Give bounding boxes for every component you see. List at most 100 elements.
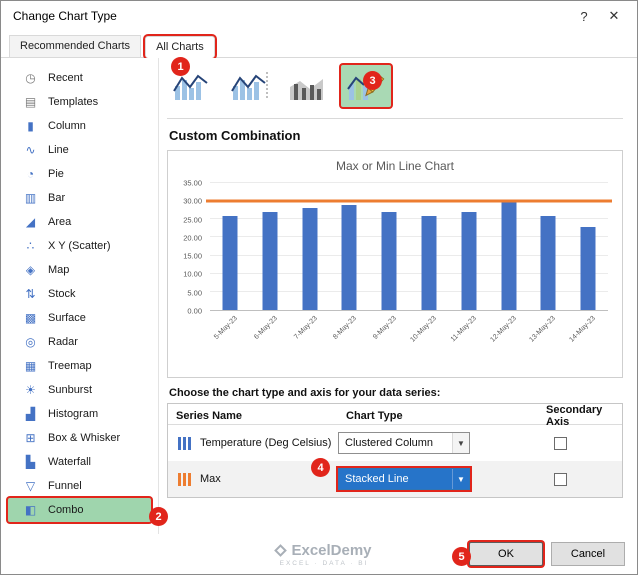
sidebar-item-label: Box & Whisker bbox=[48, 432, 121, 444]
sidebar-item-label: Area bbox=[48, 216, 72, 228]
watermark-tagline: EXCEL · DATA · BI bbox=[279, 560, 369, 567]
treemap-chart-icon: ▦ bbox=[24, 359, 37, 373]
max-line-series bbox=[206, 199, 612, 203]
sidebar-item-templates[interactable]: ▤ Templates bbox=[1, 90, 158, 114]
y-tick-label: 10.00 bbox=[183, 269, 202, 279]
sidebar-item-radar[interactable]: ◎ Radar bbox=[1, 330, 158, 354]
area-chart-icon: ◢ bbox=[25, 215, 36, 229]
chart-type-dropdown[interactable]: Stacked Line ▼ bbox=[338, 468, 470, 490]
series-prompt: Choose the chart type and axis for your … bbox=[169, 387, 441, 399]
series-table-row[interactable]: Max Stacked Line ▼ bbox=[168, 461, 622, 497]
help-icon[interactable]: ? bbox=[569, 9, 599, 24]
ok-button[interactable]: OK bbox=[469, 542, 543, 566]
x-tick-label: 13-May-23 bbox=[528, 315, 558, 344]
cancel-button[interactable]: Cancel bbox=[551, 542, 625, 566]
chart-type-value: Stacked Line bbox=[345, 473, 409, 485]
recent-icon: ◷ bbox=[25, 71, 36, 85]
histogram-chart-icon: ▟ bbox=[25, 407, 36, 421]
sidebar-item-stock[interactable]: ⇅ Stock bbox=[1, 282, 158, 306]
series-rows: Temperature (Deg Celsius) Clustered Colum… bbox=[168, 425, 622, 497]
sidebar-item-area[interactable]: ◢ Area bbox=[1, 210, 158, 234]
tab-content: Custom Combination Max or Min Line Chart… bbox=[159, 58, 637, 534]
secondary-axis-checkbox[interactable] bbox=[553, 436, 567, 450]
chart-title: Max or Min Line Chart bbox=[335, 159, 455, 173]
section-title: Custom Combination bbox=[169, 128, 301, 143]
line-chart-icon: ∿ bbox=[25, 143, 36, 157]
secondary-axis-checkbox[interactable] bbox=[553, 472, 567, 486]
box-whisker-chart-icon: ⊞ bbox=[25, 431, 36, 445]
sidebar-item-label: Line bbox=[48, 144, 69, 156]
chart-bar bbox=[461, 212, 477, 310]
sidebar-item-surface[interactable]: ▩ Surface bbox=[1, 306, 158, 330]
tab-all-charts[interactable]: All Charts bbox=[145, 36, 215, 58]
sidebar-item-waterfall[interactable]: ▙ Waterfall bbox=[1, 450, 158, 474]
sidebar-item-label: Surface bbox=[48, 312, 86, 324]
series-color-swatch-icon bbox=[178, 436, 191, 450]
title-bar: Change Chart Type ? ✕ bbox=[1, 1, 637, 31]
y-tick-label: 30.00 bbox=[183, 196, 202, 206]
sidebar-item-treemap[interactable]: ▦ Treemap bbox=[1, 354, 158, 378]
x-axis-labels: 5-May-23 6-May-23 7-May-23 8-May-23 9-May-23… bbox=[210, 312, 608, 372]
y-tick-label: 0.00 bbox=[187, 306, 202, 316]
sidebar-item-label: Treemap bbox=[48, 360, 92, 372]
tab-strip: Recommended Charts All Charts bbox=[1, 32, 637, 58]
series-name: Max bbox=[200, 473, 221, 485]
sidebar-item-pie[interactable]: ◔ Pie bbox=[1, 162, 158, 186]
change-chart-type-dialog: Change Chart Type ? ✕ Recommended Charts… bbox=[0, 0, 638, 575]
sidebar-item-label: Waterfall bbox=[48, 456, 91, 468]
surface-chart-icon: ▩ bbox=[24, 311, 37, 325]
tab-recommended-charts[interactable]: Recommended Charts bbox=[9, 35, 142, 57]
x-tick-label: 5-May-23 bbox=[212, 315, 239, 341]
y-axis-labels: 0.00 5.00 10.00 15.00 20.00 25.00 30.00 35.00 bbox=[168, 179, 206, 316]
sidebar-item-label: X Y (Scatter) bbox=[48, 240, 111, 252]
x-tick-label: 11-May-23 bbox=[449, 315, 478, 344]
sidebar-item-x-y-scatter[interactable]: ∴ X Y (Scatter) bbox=[1, 234, 158, 258]
y-tick-label: 20.00 bbox=[183, 233, 202, 243]
header-secondary-axis: Secondary Axis bbox=[546, 404, 603, 428]
sidebar-item-label: Templates bbox=[48, 96, 99, 108]
chart-bar bbox=[540, 215, 556, 310]
sidebar-item-map[interactable]: ◈ Map bbox=[1, 258, 158, 282]
x-tick-label: 6-May-23 bbox=[252, 315, 279, 341]
series-table-row[interactable]: Temperature (Deg Celsius) Clustered Colum… bbox=[168, 425, 622, 461]
x-tick-label: 12-May-23 bbox=[488, 315, 518, 344]
stacked-area-clustered-column-icon[interactable] bbox=[283, 65, 333, 107]
sidebar-item-recent[interactable]: ◷ Recent bbox=[1, 66, 158, 90]
series-table-header: Series Name Chart Type Secondary Axis bbox=[168, 404, 622, 428]
combo-subtype-row bbox=[167, 64, 625, 108]
templates-icon: ▤ bbox=[24, 95, 37, 109]
sidebar-item-bar[interactable]: ▥ Bar bbox=[1, 186, 158, 210]
sidebar-item-combo[interactable]: ◧ Combo bbox=[8, 498, 151, 522]
waterfall-chart-icon: ▙ bbox=[25, 455, 36, 469]
sidebar-item-box-whisker[interactable]: ⊞ Box & Whisker bbox=[1, 426, 158, 450]
sidebar-item-label: Map bbox=[48, 264, 70, 276]
sidebar-item-label: Radar bbox=[48, 336, 78, 348]
sidebar-item-line[interactable]: ∿ Line bbox=[1, 138, 158, 162]
sidebar-item-label: Funnel bbox=[48, 480, 82, 492]
chart-type-sidebar: ◷ Recent ▤ Templates ▮ Column ∿ Line ◔ Pie ▥ Bar ◢ Ar… bbox=[1, 58, 159, 534]
step-annotation-3: 3 bbox=[363, 71, 382, 90]
sidebar-item-label: Column bbox=[48, 120, 86, 132]
sidebar-item-histogram[interactable]: ▟ Histogram bbox=[1, 402, 158, 426]
sidebar-item-label: Histogram bbox=[48, 408, 99, 420]
x-tick-label: 14-May-23 bbox=[568, 315, 598, 344]
bar-chart-icon: ▥ bbox=[24, 191, 37, 205]
chart-bar bbox=[222, 215, 238, 310]
chart-type-dropdown[interactable]: Clustered Column ▼ bbox=[338, 432, 470, 454]
chevron-down-icon[interactable]: ▼ bbox=[452, 469, 469, 489]
chart-bar bbox=[381, 212, 397, 310]
close-icon[interactable]: ✕ bbox=[599, 8, 629, 24]
sidebar-item-column[interactable]: ▮ Column bbox=[1, 114, 158, 138]
chart-bar bbox=[262, 212, 278, 310]
sidebar-item-label: Pie bbox=[48, 168, 64, 180]
sidebar-item-funnel[interactable]: ▽ Funnel bbox=[1, 474, 158, 498]
sidebar-item-label: Bar bbox=[48, 192, 66, 204]
sidebar-item-sunburst[interactable]: ☀ Sunburst bbox=[1, 378, 158, 402]
combo-chart-icon: ◧ bbox=[24, 503, 37, 517]
sidebar-item-label: Recent bbox=[48, 72, 83, 84]
radar-chart-icon: ◎ bbox=[25, 335, 36, 349]
clustered-column-line-secondary-axis-icon[interactable] bbox=[225, 65, 275, 107]
map-chart-icon: ◈ bbox=[25, 263, 36, 277]
series-table: Series Name Chart Type Secondary Axis Te… bbox=[167, 403, 623, 498]
chevron-down-icon[interactable]: ▼ bbox=[452, 433, 469, 453]
